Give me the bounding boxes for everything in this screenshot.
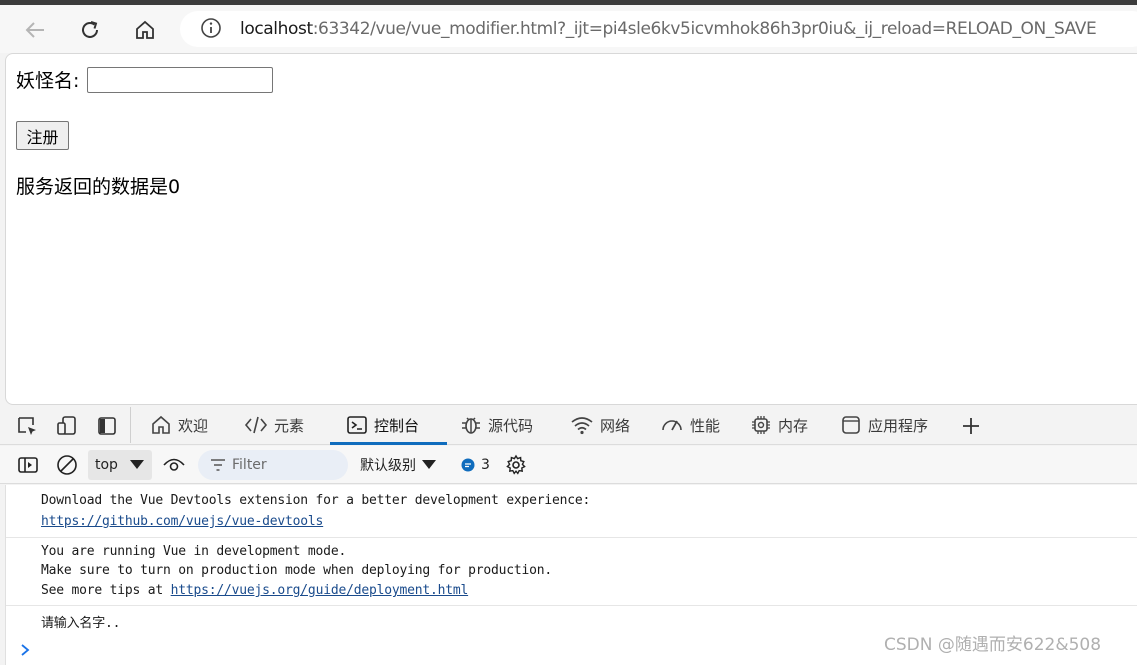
tab-welcome[interactable]: 欢迎 bbox=[150, 405, 208, 445]
devtools-tab-bar: 欢迎 元素 控制台 源代码 网络 性能 内存 应用程序 bbox=[0, 405, 1137, 445]
console-message: You are running Vue in development mode.… bbox=[6, 538, 1137, 606]
home-button[interactable] bbox=[128, 13, 162, 47]
message-text: Make sure to turn on production mode whe… bbox=[41, 563, 552, 578]
url-host: localhost bbox=[240, 19, 313, 39]
browser-toolbar: localhost:63342/vue/vue_modifier.html?_i… bbox=[0, 5, 1137, 53]
arrow-left-icon bbox=[25, 22, 44, 38]
code-icon bbox=[244, 416, 268, 434]
message-text: See more tips at https://vuejs.org/guide… bbox=[41, 583, 468, 598]
dock-side-button[interactable] bbox=[94, 413, 120, 439]
console-toolbar: top Filter 默认级别 3 bbox=[0, 446, 1137, 484]
toolbar-divider bbox=[130, 407, 131, 443]
inspect-button[interactable] bbox=[14, 413, 40, 439]
gauge-icon bbox=[662, 420, 682, 431]
tab-sources[interactable]: 源代码 bbox=[460, 405, 533, 445]
back-button[interactable] bbox=[18, 13, 52, 47]
result-text: 服务返回的数据是0 bbox=[16, 176, 181, 198]
tab-memory[interactable]: 内存 bbox=[750, 405, 808, 445]
console-message: Download the Vue Devtools extension for … bbox=[6, 485, 1137, 538]
issues-count: 3 bbox=[481, 457, 490, 473]
clear-console-button[interactable] bbox=[54, 452, 80, 478]
message-text: Download the Vue Devtools extension for … bbox=[41, 493, 591, 508]
app-window-icon bbox=[842, 416, 860, 434]
eye-icon bbox=[163, 458, 185, 471]
message-link[interactable]: https://github.com/vuejs/vue-devtools bbox=[41, 514, 323, 529]
gear-icon bbox=[506, 454, 526, 475]
panel-layout-icon bbox=[98, 417, 116, 435]
console-prompt[interactable] bbox=[20, 642, 30, 661]
tab-console[interactable]: 控制台 bbox=[329, 405, 448, 445]
plus-icon bbox=[963, 418, 979, 434]
context-selector[interactable]: top bbox=[88, 450, 152, 480]
tab-application[interactable]: 应用程序 bbox=[840, 405, 928, 445]
monster-name-label: 妖怪名: bbox=[16, 70, 80, 92]
message-link[interactable]: https://vuejs.org/guide/deployment.html bbox=[171, 583, 469, 598]
register-button[interactable]: 注册 bbox=[16, 121, 69, 150]
url-path: :63342/vue/vue_modifier.html?_ijt=pi4sle… bbox=[312, 19, 1097, 39]
tab-label: 内存 bbox=[778, 416, 809, 435]
tab-label: 应用程序 bbox=[868, 416, 929, 435]
device-emulation-button[interactable] bbox=[54, 413, 80, 439]
log-level-value: 默认级别 bbox=[360, 458, 416, 474]
reload-button[interactable] bbox=[73, 13, 107, 47]
log-level-dropdown[interactable]: 默认级别 bbox=[360, 452, 436, 478]
home-icon bbox=[152, 415, 170, 434]
message-text: 请输入名字.. bbox=[41, 616, 121, 631]
tab-label: 网络 bbox=[600, 416, 631, 435]
tab-label: 性能 bbox=[690, 416, 721, 435]
address-bar[interactable]: localhost:63342/vue/vue_modifier.html?_i… bbox=[180, 11, 1137, 47]
site-info-icon[interactable] bbox=[200, 17, 222, 43]
clear-icon bbox=[57, 455, 77, 475]
tab-label: 源代码 bbox=[488, 416, 534, 435]
sidebar-icon bbox=[18, 457, 38, 473]
sidebar-toggle-button[interactable] bbox=[15, 452, 41, 478]
tip-prefix: See more tips at bbox=[41, 583, 171, 598]
tab-performance[interactable]: 性能 bbox=[660, 405, 720, 445]
inspect-icon bbox=[18, 417, 36, 435]
more-tools-button[interactable] bbox=[958, 413, 984, 439]
tab-label: 控制台 bbox=[374, 416, 420, 435]
filter-icon bbox=[211, 459, 225, 471]
bug-icon bbox=[462, 417, 480, 434]
filter-placeholder: Filter bbox=[232, 457, 267, 473]
chevron-right-icon bbox=[21, 644, 30, 656]
tab-elements[interactable]: 元素 bbox=[244, 405, 304, 445]
device-icon bbox=[57, 416, 76, 435]
tab-label: 欢迎 bbox=[178, 416, 209, 435]
monster-name-input[interactable] bbox=[87, 67, 273, 93]
chevron-down-icon bbox=[422, 460, 436, 469]
message-text: You are running Vue in development mode. bbox=[41, 544, 347, 559]
filter-input[interactable]: Filter bbox=[198, 450, 348, 480]
tab-network[interactable]: 网络 bbox=[570, 405, 630, 445]
live-expression-button[interactable] bbox=[161, 452, 187, 478]
issues-counter[interactable]: 3 bbox=[460, 452, 490, 478]
wifi-icon bbox=[571, 417, 593, 435]
message-icon bbox=[461, 458, 475, 472]
url-text: localhost:63342/vue/vue_modifier.html?_i… bbox=[240, 19, 1097, 39]
page-content: 妖怪名: 注册 服务返回的数据是0 bbox=[5, 53, 1137, 405]
console-icon bbox=[347, 416, 367, 434]
watermark: CSDN @随遇而安622&508 bbox=[884, 635, 1102, 655]
reload-icon bbox=[82, 21, 98, 38]
home-icon bbox=[136, 20, 154, 39]
tab-label: 元素 bbox=[274, 416, 305, 435]
chip-icon bbox=[752, 416, 770, 434]
chevron-down-icon bbox=[129, 460, 144, 469]
context-value: top bbox=[95, 457, 118, 473]
console-settings-button[interactable] bbox=[503, 452, 529, 478]
